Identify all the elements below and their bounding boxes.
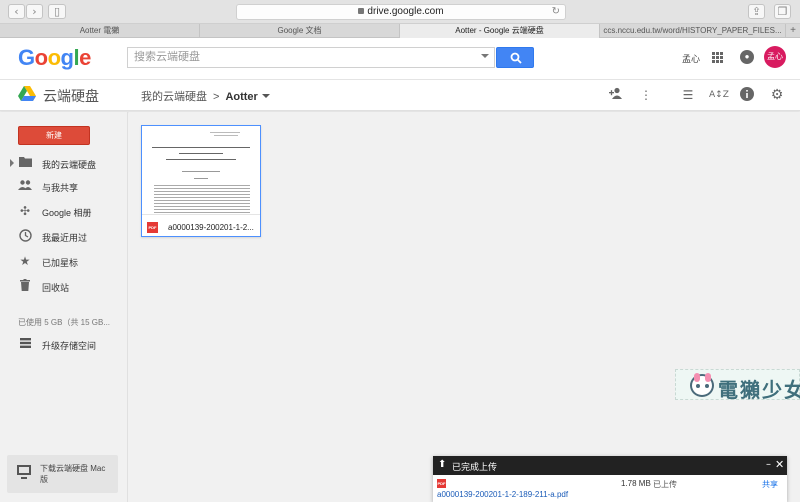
- storage-usage-text: 已使用 5 GB（共 15 GB...: [18, 318, 111, 327]
- upgrade-storage-link[interactable]: 升级存储空间: [0, 334, 128, 354]
- back-icon[interactable]: ‹: [8, 4, 25, 19]
- sort-az-icon[interactable]: A↕Z: [709, 87, 729, 103]
- pdf-file-icon: PDF: [147, 222, 158, 233]
- sidebar-item-starred[interactable]: ★ 已加星标: [0, 251, 128, 271]
- upload-panel-header: ⬆ 已完成上传 – ✕: [433, 456, 787, 475]
- download-drive-label: 下载云端硬盘 Mac 版: [40, 464, 106, 484]
- tab-strip: Aotter 電獺 Google 文档 Aotter - Google 云端硬盘…: [0, 24, 800, 38]
- breadcrumb-root[interactable]: 我的云端硬盘: [141, 91, 207, 103]
- sidebar: 新建 我的云端硬盘 与我共享 ✣ Google 相册 我最近用过 ★ 已加星标 …: [0, 112, 128, 502]
- search-placeholder: 搜索云端硬盘: [134, 51, 200, 63]
- share-link[interactable]: 共享: [762, 479, 778, 490]
- file-grid: PDF a0000139-200201-1-2...: [129, 112, 800, 502]
- trash-icon: [18, 279, 32, 293]
- pinwheel-icon: ✣: [19, 204, 31, 218]
- sidebar-item-trash[interactable]: 回收站: [0, 276, 128, 296]
- upload-panel-title: 已完成上传: [452, 462, 498, 472]
- search-icon: [510, 52, 522, 64]
- sidebar-item-shared[interactable]: 与我共享: [0, 176, 128, 196]
- sidebar-item-my-drive[interactable]: 我的云端硬盘: [0, 153, 128, 173]
- file-name: a0000139-200201-1-2...: [168, 223, 254, 232]
- upload-file-size: 1.78 MB: [621, 479, 651, 488]
- minimize-icon[interactable]: –: [766, 459, 771, 470]
- breadcrumb: 我的云端硬盘 > Aotter: [141, 88, 270, 104]
- upgrade-storage-label: 升级存储空间: [42, 341, 97, 351]
- upload-panel: ⬆ 已完成上传 – ✕ PDF 1.78 MB 已上传 共享 a0000139-…: [433, 456, 787, 502]
- browser-toolbar: ‹ › ▯ drive.google.com ↻ ⇪ ❐: [0, 0, 800, 24]
- share-icon[interactable]: ⇪: [748, 4, 765, 19]
- lock-icon: [358, 8, 365, 14]
- drive-toolbar: 云端硬盘 我的云端硬盘 > Aotter ⋮ ☰ A↕Z ⚙: [0, 80, 800, 111]
- drive-title[interactable]: 云端硬盘: [43, 86, 99, 106]
- list-view-icon[interactable]: ☰: [680, 87, 696, 103]
- add-person-icon[interactable]: [608, 87, 624, 103]
- tab-google-drive[interactable]: Aotter - Google 云端硬盘: [400, 24, 600, 38]
- star-icon: ★: [19, 254, 31, 268]
- sidebar-toggle-icon[interactable]: ▯: [48, 4, 66, 19]
- search-options-icon[interactable]: [481, 54, 489, 58]
- search-input[interactable]: 搜索云端硬盘: [127, 47, 495, 68]
- avatar[interactable]: 孟心: [764, 46, 786, 68]
- pdf-file-icon: PDF: [437, 479, 446, 488]
- drive-logo-icon[interactable]: [18, 86, 36, 102]
- expand-caret-icon[interactable]: [10, 159, 14, 167]
- chevron-down-icon[interactable]: [261, 94, 270, 98]
- folder-icon: [18, 156, 32, 170]
- sidebar-item-label: Google 相册: [42, 208, 92, 218]
- settings-gear-icon[interactable]: ⚙: [769, 87, 785, 103]
- people-icon: [18, 179, 32, 193]
- reload-icon[interactable]: ↻: [552, 5, 560, 19]
- upload-arrow-icon: ⬆: [438, 459, 447, 470]
- address-bar[interactable]: drive.google.com ↻: [236, 4, 566, 20]
- file-card[interactable]: PDF a0000139-200201-1-2...: [141, 125, 261, 237]
- upload-file-name[interactable]: a0000139-200201-1-2-189-211-a.pdf: [437, 490, 568, 499]
- sidebar-item-photos[interactable]: ✣ Google 相册: [0, 201, 128, 221]
- forward-icon[interactable]: ›: [26, 4, 43, 19]
- sidebar-item-recent[interactable]: 我最近用过: [0, 226, 128, 246]
- breadcrumb-current[interactable]: Aotter: [225, 91, 257, 103]
- sidebar-item-label: 与我共享: [42, 183, 79, 193]
- notifications-bell-icon[interactable]: ●: [740, 50, 754, 64]
- storage-stack-icon: [18, 337, 32, 351]
- apps-grid-icon[interactable]: [712, 52, 723, 63]
- google-logo[interactable]: Google: [18, 45, 91, 71]
- breadcrumb-separator: >: [213, 91, 220, 103]
- watermark-text: 電獺少女: [718, 378, 800, 402]
- new-button[interactable]: 新建: [18, 126, 90, 145]
- sidebar-item-label: 我的云端硬盘: [42, 160, 97, 170]
- sidebar-item-label: 回收站: [42, 283, 70, 293]
- watermark-logo: 電獺少女: [675, 369, 800, 402]
- tabs-overview-icon[interactable]: ❐: [774, 4, 791, 19]
- sidebar-item-label: 已加星标: [42, 258, 79, 268]
- user-name[interactable]: 孟心: [682, 52, 700, 65]
- file-thumbnail: [142, 126, 260, 215]
- clock-icon: [18, 229, 32, 243]
- tab-aotter[interactable]: Aotter 電獺: [0, 24, 200, 38]
- tab-ccs-nccu[interactable]: ccs.nccu.edu.tw/word/HISTORY_PAPER_FILES…: [600, 24, 786, 38]
- url-text: drive.google.com: [367, 6, 444, 17]
- sidebar-item-label: 我最近用过: [42, 233, 88, 243]
- new-tab-button[interactable]: +: [786, 24, 800, 38]
- google-header: Google 搜索云端硬盘 孟心 ● 孟心: [0, 38, 800, 80]
- search-button[interactable]: [496, 47, 534, 68]
- otter-mascot-icon: [690, 373, 714, 397]
- upload-status: 已上传: [653, 480, 677, 489]
- more-vertical-icon[interactable]: ⋮: [638, 87, 654, 103]
- info-icon[interactable]: [739, 87, 755, 103]
- tab-google-docs[interactable]: Google 文档: [200, 24, 400, 38]
- download-drive-mac-button[interactable]: 下载云端硬盘 Mac 版: [7, 455, 118, 493]
- monitor-icon: [17, 465, 31, 479]
- close-icon[interactable]: ✕: [775, 458, 784, 471]
